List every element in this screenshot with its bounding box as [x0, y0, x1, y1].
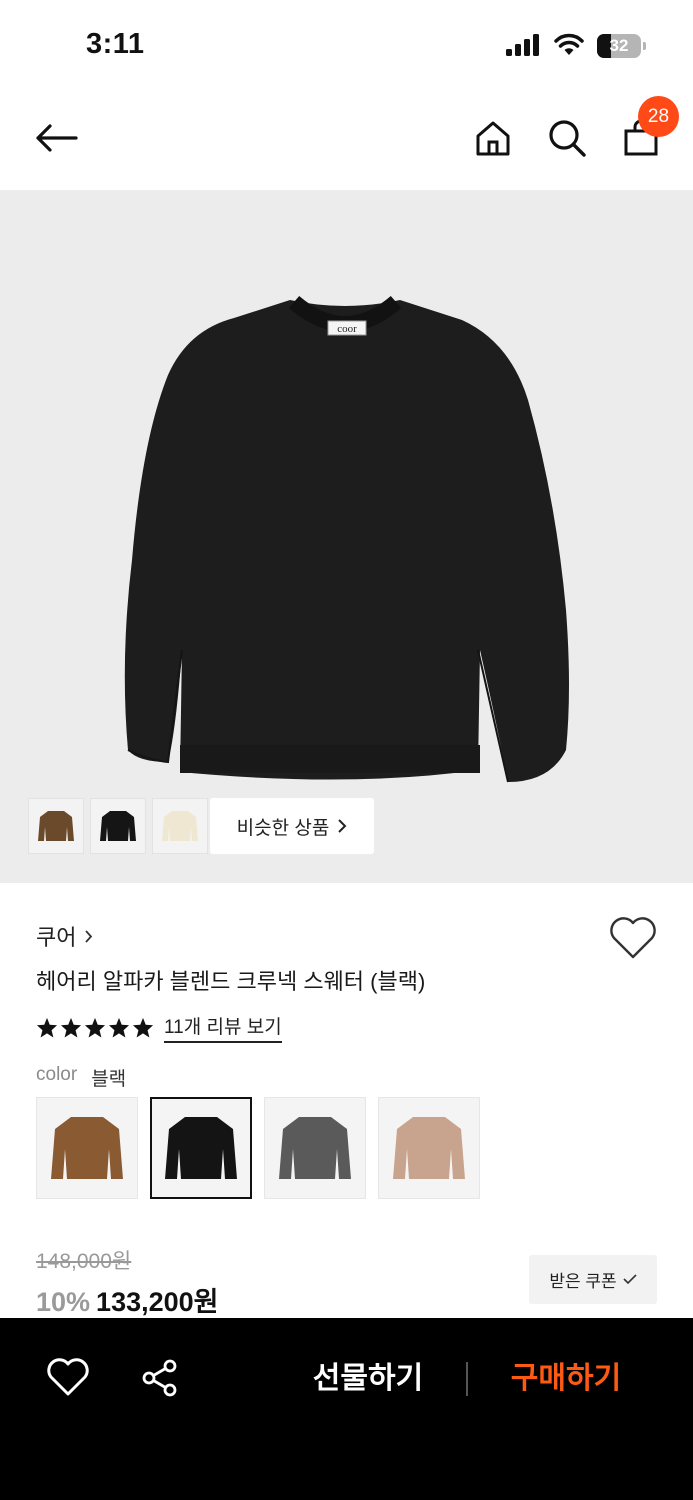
star-icon: [132, 1017, 154, 1038]
share-icon: [142, 1359, 177, 1397]
top-nav: [0, 90, 693, 190]
sweater-thumbnail: [38, 811, 74, 841]
original-price: 148,000원: [36, 1250, 132, 1273]
sweater-thumbnail: [100, 811, 136, 841]
price-row: 10% 133,200원: [36, 1280, 219, 1319]
similar-products-button[interactable]: 비슷한 상품: [210, 798, 374, 854]
product-image: coor: [124, 295, 570, 783]
thumbnail-item[interactable]: [152, 798, 208, 854]
buy-button[interactable]: 구매하기: [498, 1358, 634, 1400]
sweater-swatch-image: [165, 1117, 237, 1179]
discount-rate: 10%: [36, 1287, 91, 1317]
sweater-thumbnail: [162, 811, 198, 841]
similar-products-label: 비슷한 상품: [236, 817, 330, 839]
battery-icon: 32: [597, 34, 646, 58]
color-label: color: [36, 1064, 78, 1085]
heart-outline-icon: [610, 917, 656, 959]
search-icon: [549, 120, 586, 157]
chevron-right-icon: [338, 819, 347, 833]
home-button[interactable]: [470, 114, 516, 162]
divider: [466, 1362, 468, 1396]
wifi-icon: [554, 33, 584, 55]
product-title: 헤어리 알파카 블렌드 크루넥 스웨터 (블랙): [36, 969, 426, 994]
coupon-label: 받은 쿠폰: [549, 1272, 617, 1291]
bottom-wishlist-button[interactable]: [46, 1358, 90, 1398]
star-icon: [36, 1017, 58, 1038]
heart-outline-icon: [47, 1358, 89, 1396]
reviews-link[interactable]: 11개 리뷰 보기: [164, 1012, 282, 1043]
star-icon: [108, 1017, 130, 1038]
star-icon: [84, 1017, 106, 1038]
rating-row: 11개 리뷰 보기: [36, 1012, 282, 1043]
brand-link[interactable]: 쿠어: [36, 920, 93, 952]
share-button[interactable]: [140, 1358, 180, 1398]
brand-tag: coor: [337, 323, 357, 335]
check-icon: [623, 1274, 637, 1285]
home-icon: [476, 121, 510, 156]
chevron-right-icon: [85, 929, 93, 943]
thumbnail-item[interactable]: [90, 798, 146, 854]
arrow-left-icon: [36, 124, 78, 152]
color-swatch[interactable]: [36, 1097, 138, 1199]
thumbnail-item[interactable]: [28, 798, 84, 854]
star-icon: [60, 1017, 82, 1038]
gift-button[interactable]: 선물하기: [300, 1358, 436, 1400]
search-button[interactable]: [544, 114, 590, 162]
thumbnail-strip: [28, 798, 208, 854]
back-button[interactable]: [30, 114, 82, 162]
wishlist-button[interactable]: [608, 916, 658, 964]
sweater-swatch-image: [393, 1117, 465, 1179]
sweater-swatch-image: [279, 1117, 351, 1179]
color-swatch[interactable]: [378, 1097, 480, 1199]
sweater-swatch-image: [51, 1117, 123, 1179]
bottom-action-bar: 선물하기 구매하기: [0, 1318, 693, 1500]
received-coupon-button[interactable]: 받은 쿠폰: [529, 1255, 657, 1304]
sale-price: 133,200원: [96, 1287, 219, 1317]
color-swatch[interactable]: [264, 1097, 366, 1199]
color-selection-label: color 블랙: [36, 1064, 126, 1091]
product-image-gallery[interactable]: coor 비슷한 상품: [0, 190, 693, 883]
cart-count-badge: 28: [638, 96, 679, 137]
cellular-signal-icon: [506, 34, 539, 56]
status-time: 3:11: [86, 28, 145, 60]
color-swatch[interactable]: [150, 1097, 252, 1199]
rating-stars: [36, 1017, 154, 1038]
status-bar: 3:11 32: [0, 0, 693, 90]
color-swatches: [36, 1097, 480, 1199]
color-value: 블랙: [91, 1069, 127, 1090]
battery-level: 32: [609, 36, 629, 55]
brand-name: 쿠어: [36, 925, 77, 950]
